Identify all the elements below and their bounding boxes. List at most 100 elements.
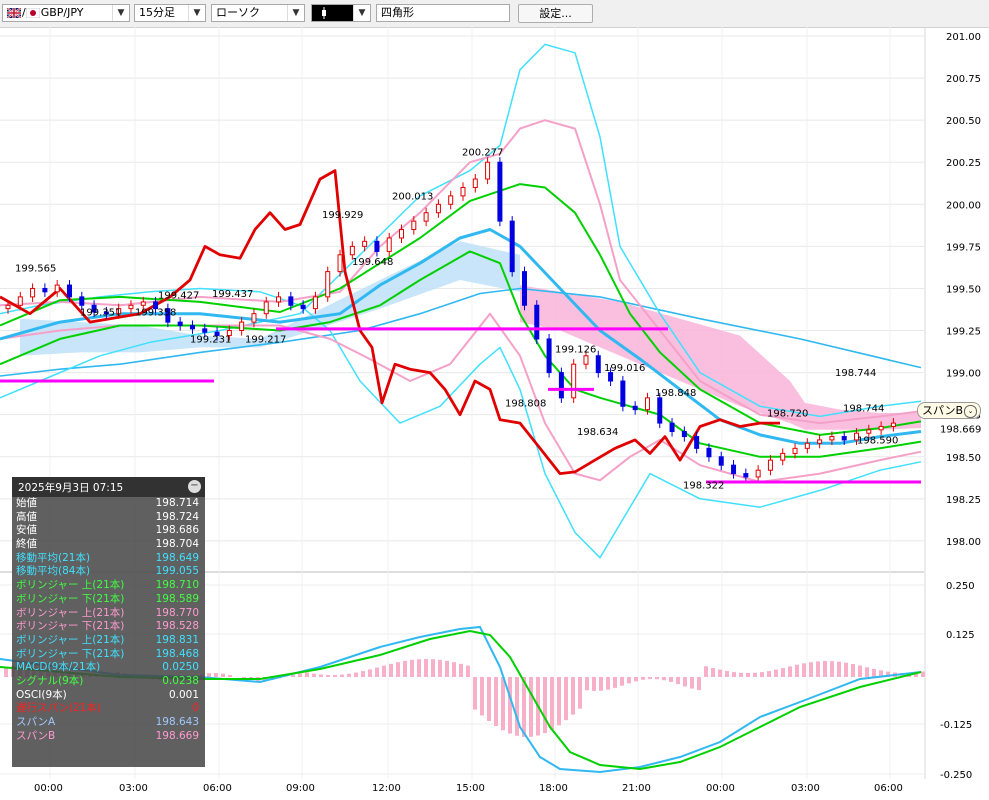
price-annotations: 199.565199.427199.437199.351199.358199.2… bbox=[15, 147, 898, 491]
chart-type-select[interactable]: ローソク ▼ bbox=[211, 4, 305, 22]
timeframe-select[interactable]: 15分足 ▼ bbox=[134, 4, 206, 22]
candle-body bbox=[658, 398, 662, 423]
info-row: 移動平均(84本)199.055 bbox=[12, 565, 205, 579]
candle-body bbox=[338, 255, 342, 272]
info-row-label: ボリンジャー 下(21本) bbox=[16, 620, 124, 634]
info-row-label: 移動平均(21本) bbox=[16, 552, 90, 566]
bb-green-lower bbox=[0, 251, 921, 456]
info-row-value: 198.724 bbox=[156, 511, 199, 525]
osci-bar bbox=[4, 668, 8, 677]
osci-bar bbox=[312, 674, 316, 677]
chevron-down-icon[interactable]: ▼ bbox=[287, 5, 304, 21]
info-row-value: 198.770 bbox=[156, 607, 199, 621]
osci-bar bbox=[613, 677, 617, 688]
price-tick-label: 198.25 bbox=[946, 495, 981, 506]
info-row: ボリンジャー 上(21本)198.710 bbox=[12, 579, 205, 593]
price-annotation: 200.277 bbox=[462, 147, 503, 158]
candle-body bbox=[67, 285, 71, 297]
candlestick-icon bbox=[316, 5, 336, 21]
osci-bar bbox=[564, 677, 568, 720]
candle-body bbox=[793, 448, 797, 453]
osci-bar bbox=[760, 672, 764, 677]
price-annotation: 198.848 bbox=[655, 388, 696, 399]
uk-flag-icon bbox=[7, 7, 21, 17]
candle-body bbox=[596, 356, 600, 373]
osci-bar bbox=[865, 667, 869, 677]
osci-bar bbox=[697, 677, 701, 690]
price-tick-label: 201.00 bbox=[946, 32, 981, 43]
candle-body bbox=[203, 329, 207, 332]
info-row-value: 198.589 bbox=[156, 593, 199, 607]
info-row-value: 198.643 bbox=[156, 716, 199, 730]
candle-body bbox=[867, 430, 871, 433]
price-annotation: 199.565 bbox=[15, 264, 56, 275]
candle-body bbox=[43, 288, 47, 291]
info-row: 移動平均(21本)198.649 bbox=[12, 552, 205, 566]
candle-body bbox=[510, 221, 514, 271]
osci-bar bbox=[669, 677, 673, 682]
settings-button[interactable]: 設定... bbox=[518, 4, 593, 23]
chevron-down-icon[interactable]: ▼ bbox=[188, 5, 205, 21]
spanb-tag[interactable]: スパンB⌄ bbox=[917, 402, 981, 419]
osci-bar bbox=[417, 659, 421, 677]
candle-body bbox=[313, 297, 317, 309]
japan-flag-icon bbox=[26, 7, 40, 17]
info-row-label: ボリンジャー 上(21本) bbox=[16, 607, 124, 621]
chevron-down-icon[interactable]: ▼ bbox=[112, 5, 129, 21]
info-row-value: 198.710 bbox=[156, 579, 199, 593]
osci-bar bbox=[753, 673, 757, 677]
osci-bar bbox=[473, 677, 477, 710]
osci-bar bbox=[676, 677, 680, 684]
chevron-down-icon[interactable]: ▼ bbox=[353, 5, 370, 21]
candle-body bbox=[584, 356, 588, 364]
info-row: OSCI(9本)0.001 bbox=[12, 689, 205, 703]
bb-cyan-upper bbox=[0, 44, 921, 416]
candle-body bbox=[141, 302, 145, 305]
price-annotation: 198.720 bbox=[767, 408, 808, 419]
shape-select[interactable]: 四角形 bbox=[376, 4, 510, 22]
candle-body bbox=[6, 305, 10, 308]
price-tick-label: 199.00 bbox=[946, 369, 981, 380]
osci-bar bbox=[683, 677, 687, 686]
price-tick-label: 200.75 bbox=[946, 74, 981, 85]
osci-bar bbox=[487, 677, 491, 721]
info-row-label: 始値 bbox=[16, 497, 37, 511]
osci-bar bbox=[592, 677, 596, 691]
time-tick-label: 00:00 bbox=[34, 783, 63, 794]
osci-bar bbox=[844, 663, 848, 677]
candle-body bbox=[264, 302, 268, 314]
info-row: スパンB198.669 bbox=[12, 730, 205, 744]
osci-bar bbox=[424, 659, 428, 677]
info-row: スパンA198.643 bbox=[12, 716, 205, 730]
price-annotation: 199.016 bbox=[604, 363, 645, 374]
osci-bar bbox=[354, 673, 358, 677]
osci-bar bbox=[361, 671, 365, 677]
candle-body bbox=[436, 204, 440, 212]
info-panel-header: 2025年9月3日 07:15 − bbox=[12, 477, 205, 497]
osci-bar bbox=[725, 671, 729, 677]
candle-body bbox=[486, 162, 490, 179]
time-tick-label: 06:00 bbox=[203, 783, 232, 794]
osci-bar bbox=[452, 662, 456, 677]
toolbar: / GBP/JPY ▼ 15分足 ▼ ローソク ▼ ▼ 四角形 設定... bbox=[0, 0, 989, 28]
candle-body bbox=[756, 470, 760, 477]
candle-body bbox=[190, 325, 194, 328]
candle-body bbox=[879, 426, 883, 429]
candle-body bbox=[719, 457, 723, 465]
osci-bar bbox=[522, 677, 526, 737]
symbol-label: GBP/JPY bbox=[41, 6, 84, 19]
candle-body bbox=[55, 285, 59, 292]
collapse-icon[interactable]: − bbox=[188, 480, 201, 493]
candle-body bbox=[805, 443, 809, 448]
drawing-tool-select[interactable]: ▼ bbox=[311, 4, 371, 22]
osci-bar bbox=[214, 673, 218, 677]
osci-bar bbox=[410, 660, 414, 677]
candle-body bbox=[80, 297, 84, 305]
info-row-label: 安値 bbox=[16, 524, 37, 538]
timeframe-label: 15分足 bbox=[139, 6, 175, 19]
symbol-select[interactable]: / GBP/JPY ▼ bbox=[2, 4, 130, 22]
osci-bar bbox=[837, 662, 841, 677]
time-tick-label: 03:00 bbox=[791, 783, 820, 794]
double-chevron-down-icon[interactable]: ⌄ bbox=[964, 405, 977, 418]
info-row: ボリンジャー 下(21本)198.468 bbox=[12, 648, 205, 662]
